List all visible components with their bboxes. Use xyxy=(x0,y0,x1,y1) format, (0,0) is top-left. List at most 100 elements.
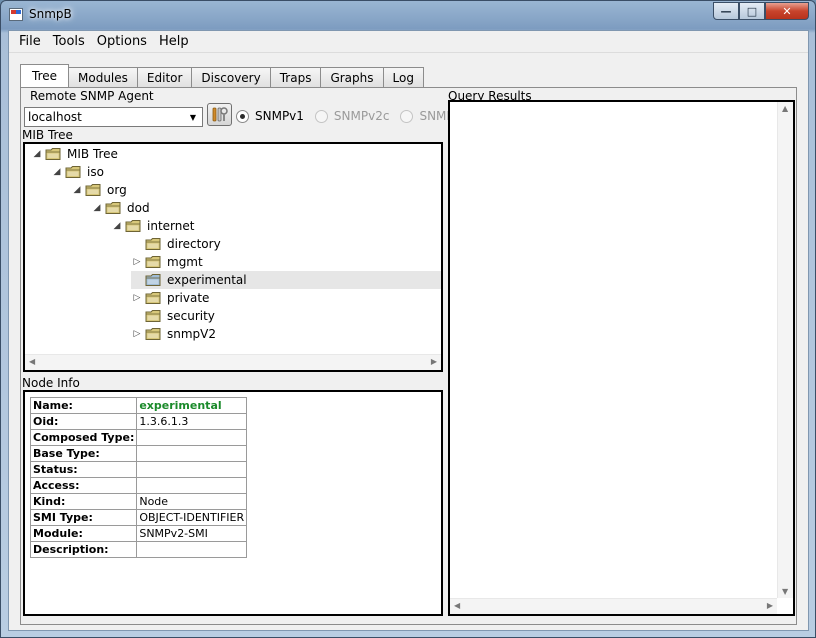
scroll-right-icon[interactable]: ▶ xyxy=(767,601,773,610)
tab-tree[interactable]: Tree xyxy=(20,64,70,87)
collapse-arrow-icon[interactable]: ◢ xyxy=(111,221,123,231)
tree-node[interactable]: ▷ mgmt xyxy=(131,253,203,271)
table-row: Description: xyxy=(29,541,248,558)
tree-node[interactable]: experimental xyxy=(131,271,441,289)
agent-host-select[interactable]: localhost ▼ xyxy=(24,107,203,127)
client-area: File Tools Options Help Tree Modules Edi… xyxy=(8,30,809,631)
table-row: Kind: Node xyxy=(29,493,248,510)
minimize-button[interactable]: — xyxy=(713,2,739,20)
info-key: Base Type: xyxy=(29,445,138,462)
collapse-arrow-icon[interactable]: ◢ xyxy=(71,185,83,195)
folder-icon xyxy=(65,165,82,179)
mib-tree-view[interactable]: ◢ MIB Tree ◢ iso ◢ org ◢ dod ◢ internet directory ▷… xyxy=(23,142,443,372)
close-button[interactable]: ✕ xyxy=(765,2,809,20)
table-row: Name: experimental xyxy=(29,397,248,414)
node-info-label: Node Info xyxy=(22,376,80,390)
tree-horizontal-scrollbar[interactable]: ◀ ▶ xyxy=(25,354,441,370)
info-value xyxy=(136,461,248,478)
radio-snmpv1-label: SNMPv1 xyxy=(255,109,304,123)
tab-discovery[interactable]: Discovery xyxy=(191,67,271,87)
tree-tab-panel: Remote SNMP Agent localhost ▼ SNMPv1 SNM… xyxy=(20,87,797,625)
tree-node-label: org xyxy=(107,183,127,197)
info-key: Status: xyxy=(29,461,138,478)
tree-node[interactable]: ▷ private xyxy=(131,289,210,307)
results-horizontal-scrollbar[interactable]: ◀ ▶ xyxy=(450,598,777,614)
tab-traps[interactable]: Traps xyxy=(269,67,322,87)
menu-help[interactable]: Help xyxy=(153,34,195,49)
title-bar[interactable]: SnmpB — □ ✕ xyxy=(1,1,815,29)
wrench-icon xyxy=(212,107,228,122)
tab-graphs[interactable]: Graphs xyxy=(320,67,384,87)
scroll-left-icon[interactable]: ◀ xyxy=(29,357,35,366)
folder-icon xyxy=(145,273,162,287)
tree-node-label: private xyxy=(167,291,210,305)
chevron-down-icon[interactable]: ▼ xyxy=(186,110,200,124)
info-key: Description: xyxy=(29,541,138,558)
app-window: SnmpB — □ ✕ File Tools Options Help Tree… xyxy=(0,0,816,638)
radio-snmpv2c[interactable]: SNMPv2c xyxy=(314,109,389,123)
tree-node-label: security xyxy=(167,309,215,323)
tree-node[interactable]: ◢ org xyxy=(71,181,127,199)
maximize-button[interactable]: □ xyxy=(739,2,765,20)
results-vertical-scrollbar[interactable]: ▲ ▼ xyxy=(777,102,793,598)
info-key: Kind: xyxy=(29,493,138,510)
tree-node-label: snmpV2 xyxy=(167,327,217,341)
tree-node[interactable]: ▷ snmpV2 xyxy=(131,325,216,343)
table-row: Composed Type: xyxy=(29,429,248,446)
tree-node[interactable]: ◢ iso xyxy=(51,163,104,181)
table-row: Module: SNMPv2-SMI xyxy=(29,525,248,542)
tree-node-label: iso xyxy=(87,165,104,179)
info-key: Composed Type: xyxy=(29,429,138,446)
tab-modules[interactable]: Modules xyxy=(68,67,138,87)
collapse-arrow-icon[interactable]: ◢ xyxy=(51,167,63,177)
radio-snmpv1[interactable]: SNMPv1 xyxy=(236,109,304,123)
collapse-arrow-icon[interactable]: ◢ xyxy=(31,149,43,159)
tree-node-label: MIB Tree xyxy=(67,147,118,161)
folder-icon xyxy=(145,255,162,269)
app-icon xyxy=(9,8,23,21)
tree-node-label: experimental xyxy=(167,273,247,287)
node-info-table: Name: experimental Oid: 1.3.6.1.3 Composed T… xyxy=(29,397,248,558)
tree-node[interactable]: security xyxy=(131,307,215,325)
tree-node[interactable]: ◢ dod xyxy=(91,199,150,217)
main-content: Tree Modules Editor Discovery Traps Grap… xyxy=(9,54,808,630)
tab-log[interactable]: Log xyxy=(382,67,424,87)
radio-indicator xyxy=(400,109,414,123)
scroll-left-icon[interactable]: ◀ xyxy=(454,601,460,610)
scroll-up-icon[interactable]: ▲ xyxy=(782,104,788,113)
info-key: Module: xyxy=(29,525,138,542)
folder-icon xyxy=(125,219,142,233)
tree-node[interactable]: ◢ MIB Tree xyxy=(31,145,118,163)
tree-node[interactable]: directory xyxy=(131,235,221,253)
expand-arrow-icon[interactable]: ▷ xyxy=(131,329,143,339)
mib-tree-label: MIB Tree xyxy=(22,128,73,142)
menu-file[interactable]: File xyxy=(13,34,47,49)
folder-icon xyxy=(145,291,162,305)
node-info-view: Name: experimental Oid: 1.3.6.1.3 Composed T… xyxy=(23,390,443,616)
table-row: Access: xyxy=(29,477,248,494)
info-key: Oid: xyxy=(29,413,138,430)
window-title: SnmpB xyxy=(29,7,72,21)
scroll-right-icon[interactable]: ▶ xyxy=(431,357,437,366)
info-key: Access: xyxy=(29,477,138,494)
expand-arrow-icon[interactable]: ▷ xyxy=(131,293,143,303)
tree-node[interactable]: ◢ internet xyxy=(111,217,195,235)
window-controls: — □ ✕ xyxy=(713,2,809,20)
radio-indicator xyxy=(236,109,249,123)
folder-icon xyxy=(45,147,62,161)
info-value xyxy=(136,477,248,494)
query-results-view[interactable]: ▲ ▼ ◀ ▶ xyxy=(448,100,795,616)
menu-options[interactable]: Options xyxy=(91,34,153,49)
folder-icon xyxy=(145,237,162,251)
expand-arrow-icon[interactable]: ▷ xyxy=(131,257,143,267)
agent-host-value: localhost xyxy=(28,110,82,124)
agent-profile-button[interactable] xyxy=(207,103,232,126)
collapse-arrow-icon[interactable]: ◢ xyxy=(91,203,103,213)
table-row: Status: xyxy=(29,461,248,478)
tab-editor[interactable]: Editor xyxy=(136,67,193,87)
table-row: Base Type: xyxy=(29,445,248,462)
table-row: Oid: 1.3.6.1.3 xyxy=(29,413,248,430)
scroll-down-icon[interactable]: ▼ xyxy=(782,587,788,596)
tree-node-label: directory xyxy=(167,237,221,251)
menu-tools[interactable]: Tools xyxy=(47,34,91,49)
